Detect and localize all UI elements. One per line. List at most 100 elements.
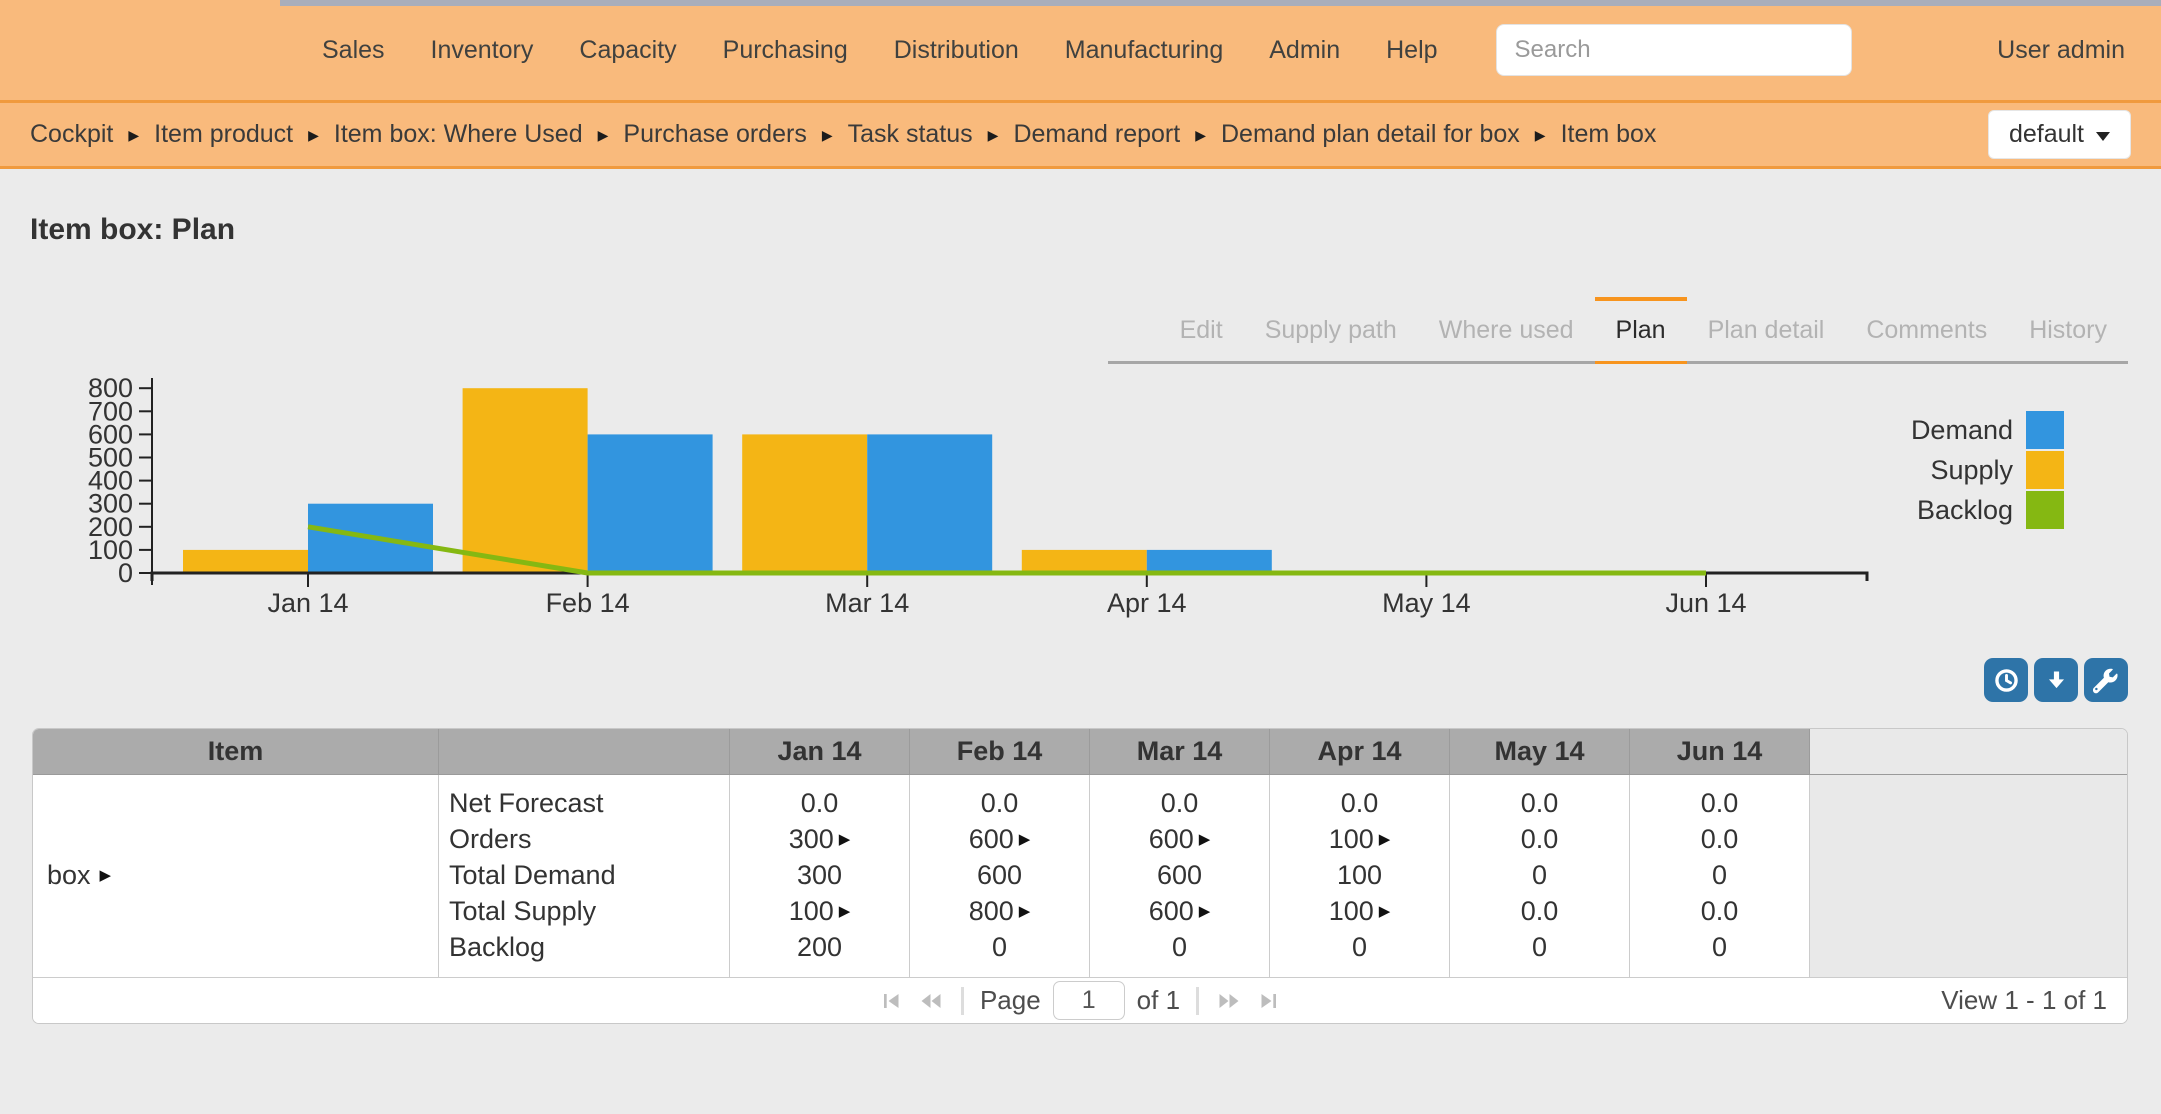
value-orders-mar-14[interactable]: 600 ▶ <box>1090 821 1269 857</box>
nav-item-admin[interactable]: Admin <box>1269 36 1340 65</box>
tab-plan-detail[interactable]: Plan detail <box>1687 297 1846 361</box>
pager-separator <box>1196 986 1200 1015</box>
tab-comments[interactable]: Comments <box>1845 297 2008 361</box>
wrench-button[interactable] <box>2084 658 2128 702</box>
nav-item-sales[interactable]: Sales <box>322 36 385 65</box>
values-cell-apr-14: 0.0 100 ▶ 100 100 ▶ 0 <box>1270 775 1450 977</box>
value-text: 300 <box>796 860 843 890</box>
nav-item-capacity[interactable]: Capacity <box>579 36 676 65</box>
nav-item-help[interactable]: Help <box>1386 36 1437 65</box>
value-orders-jan-14[interactable]: 300 ▶ <box>730 821 909 857</box>
breadcrumb-separator-icon: ▶ <box>597 126 609 143</box>
tab-where-used[interactable]: Where used <box>1418 297 1595 361</box>
drill-arrow-icon[interactable]: ▶ <box>1199 904 1211 919</box>
breadcrumb-separator-icon: ▶ <box>1195 126 1206 143</box>
measure-label-backlog: Backlog <box>449 932 546 962</box>
breadcrumb-item-cockpit[interactable]: Cockpit <box>30 120 113 149</box>
search-input[interactable] <box>1495 24 1852 76</box>
value-orders-apr-14[interactable]: 100 ▶ <box>1270 821 1449 857</box>
value-backlog-may-14: 0 <box>1450 929 1629 965</box>
download-arrow-icon <box>2048 671 2064 688</box>
tab-plan[interactable]: Plan <box>1594 297 1687 364</box>
column-header-item: Item <box>33 729 439 774</box>
last-page-button[interactable] <box>1255 989 1283 1013</box>
nav-item-manufacturing[interactable]: Manufacturing <box>1065 36 1223 65</box>
value-text: 0.0 <box>1160 788 1199 818</box>
value-text: 0 <box>1531 860 1548 890</box>
previous-page-button[interactable] <box>917 989 945 1013</box>
tab-history[interactable]: History <box>2008 297 2128 361</box>
value-text: 0.0 <box>1520 824 1559 854</box>
breadcrumb-item-purchase-orders[interactable]: Purchase orders <box>623 120 806 149</box>
value-text: 0.0 <box>1520 896 1559 926</box>
download-arrow-button[interactable] <box>2034 658 2078 702</box>
value-backlog-mar-14: 0 <box>1090 929 1269 965</box>
value-backlog-jan-14: 200 <box>730 929 909 965</box>
breadcrumb-separator-icon: ▶ <box>821 126 833 143</box>
value-text: 0.0 <box>1700 896 1739 926</box>
page-label: Page <box>979 985 1041 1015</box>
grid-toolbar <box>1984 658 2128 702</box>
page-number-input[interactable] <box>1052 981 1125 1020</box>
legend-swatch-backlog <box>2026 491 2064 529</box>
breadcrumb-item-item-product[interactable]: Item product <box>154 120 293 149</box>
drill-arrow-icon[interactable]: ▶ <box>1019 904 1031 919</box>
value-total-demand-jan-14: 300 <box>730 857 909 893</box>
value-text: 300 <box>788 824 834 854</box>
breadcrumb-item-demand-report[interactable]: Demand report <box>1013 120 1180 149</box>
value-orders-feb-14[interactable]: 600 ▶ <box>910 821 1089 857</box>
first-page-button[interactable] <box>877 989 905 1013</box>
value-text: 0.0 <box>1700 824 1739 854</box>
values-cell-jan-14: 0.0 300 ▶ 300 100 ▶ 200 <box>730 775 910 977</box>
clock-button[interactable] <box>1984 658 2028 702</box>
value-total-supply-apr-14[interactable]: 100 ▶ <box>1270 893 1449 929</box>
nav-item-inventory[interactable]: Inventory <box>431 36 534 65</box>
breadcrumb-item-item-box-where-used[interactable]: Item box: Where Used <box>334 120 583 149</box>
value-text: 100 <box>788 896 834 926</box>
drill-arrow-icon[interactable]: ▶ <box>839 904 851 919</box>
value-total-supply-jun-14: 0.0 <box>1630 893 1809 929</box>
drill-arrow-icon[interactable]: ▶ <box>839 832 851 847</box>
drill-arrow-icon[interactable]: ▶ <box>1199 832 1211 847</box>
user-menu[interactable]: User admin <box>1997 36 2125 65</box>
column-header-apr-14: Apr 14 <box>1270 729 1450 774</box>
breadcrumb-item-item-box[interactable]: Item box <box>1561 120 1657 149</box>
drill-arrow-icon[interactable]: ▶ <box>1379 832 1391 847</box>
pager-separator <box>960 986 964 1015</box>
values-cell-feb-14: 0.0 600 ▶ 600 800 ▶ 0 <box>910 775 1090 977</box>
tab-supply-path[interactable]: Supply path <box>1244 297 1418 361</box>
value-orders-may-14: 0.0 <box>1450 821 1629 857</box>
value-total-demand-mar-14: 600 <box>1090 857 1269 893</box>
y-tick-label: 800 <box>88 378 133 403</box>
supply-bar-feb-14 <box>462 388 588 573</box>
breadcrumb-separator-icon: ▶ <box>308 126 319 143</box>
nav-item-distribution[interactable]: Distribution <box>894 36 1019 65</box>
clock-icon <box>1994 668 2018 692</box>
value-total-supply-mar-14[interactable]: 600 ▶ <box>1090 893 1269 929</box>
item-name[interactable]: box ▶ <box>33 860 111 891</box>
item-drill-arrow-icon[interactable]: ▶ <box>100 868 112 883</box>
plan-chart: 0100200300400500600700800 Jan 14 Feb 14 Mar… <box>88 378 1869 618</box>
drill-arrow-icon[interactable]: ▶ <box>1019 832 1031 847</box>
breadcrumb-item-task-status[interactable]: Task status <box>848 120 973 149</box>
next-page-button[interactable] <box>1215 989 1243 1013</box>
value-text: 0.0 <box>980 788 1019 818</box>
x-tick-label-jun-14: Jun 14 <box>1665 588 1746 618</box>
value-text: 0 <box>1711 932 1728 962</box>
value-total-demand-may-14: 0 <box>1450 857 1629 893</box>
value-text: 600 <box>976 860 1023 890</box>
view-selector-button[interactable]: default <box>1987 110 2131 159</box>
value-total-supply-jan-14[interactable]: 100 ▶ <box>730 893 909 929</box>
drill-arrow-icon[interactable]: ▶ <box>1379 904 1391 919</box>
value-text: 0 <box>991 932 1008 962</box>
nav-item-purchasing[interactable]: Purchasing <box>723 36 848 65</box>
value-text: 0.0 <box>1340 788 1379 818</box>
column-header-may-14: May 14 <box>1450 729 1630 774</box>
breadcrumb-item-demand-plan-detail-for-box[interactable]: Demand plan detail for box <box>1221 120 1520 149</box>
tab-edit[interactable]: Edit <box>1159 297 1244 361</box>
breadcrumb-separator-icon: ▶ <box>987 126 999 143</box>
demand-bar-apr-14 <box>1146 549 1272 573</box>
value-total-supply-feb-14[interactable]: 800 ▶ <box>910 893 1089 929</box>
measure-label-total-demand: Total Demand <box>449 860 616 890</box>
value-text: 600 <box>1148 896 1194 926</box>
